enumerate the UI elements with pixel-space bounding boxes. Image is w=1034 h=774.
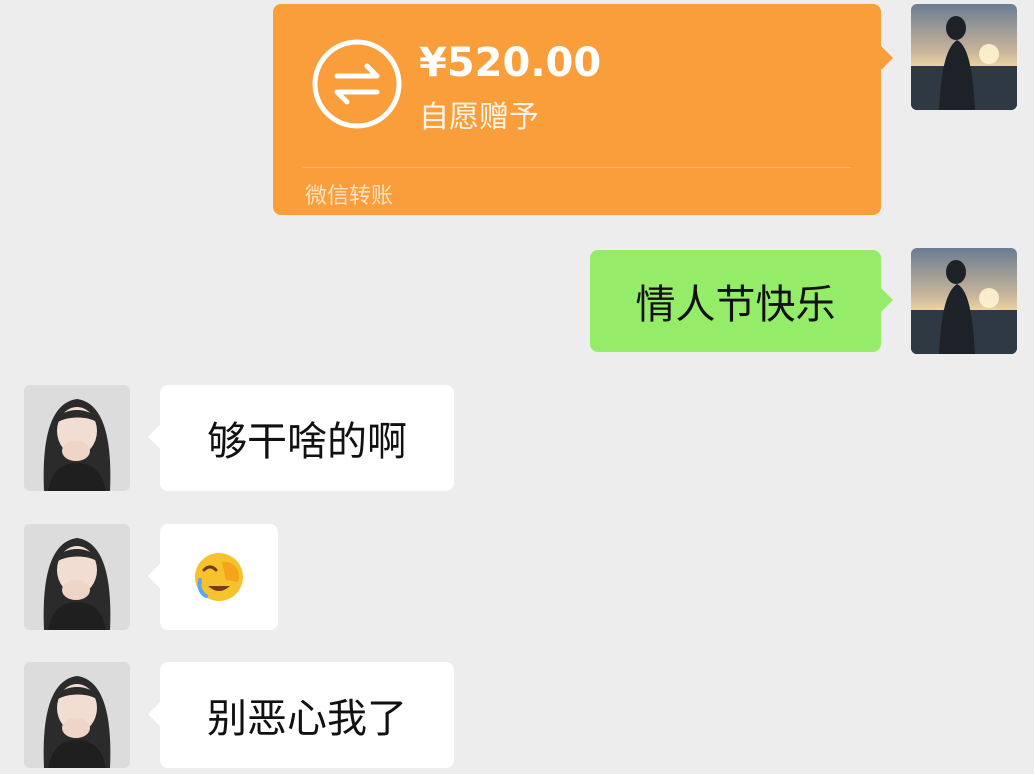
avatar-image: [911, 248, 1017, 354]
contact-avatar[interactable]: [24, 385, 130, 491]
transfer-card[interactable]: ¥520.00 自愿赠予 微信转账: [273, 4, 893, 215]
contact-avatar[interactable]: [24, 524, 130, 630]
transfer-amount: ¥520.00: [419, 40, 602, 86]
divider: [303, 167, 851, 168]
message-text: 情人节快乐: [635, 282, 836, 328]
contact-avatar[interactable]: [24, 662, 130, 768]
transfer-source-label: 微信转账: [305, 184, 394, 209]
transfer-arrows-icon: [312, 39, 402, 129]
sender-avatar[interactable]: [911, 4, 1017, 110]
avatar-image: [24, 662, 130, 768]
incoming-message-bubble[interactable]: 别恶心我了: [148, 662, 454, 768]
incoming-message-bubble[interactable]: 够干啥的啊: [148, 385, 454, 491]
facepalm-emoji-icon: [195, 553, 243, 601]
sender-avatar[interactable]: [911, 248, 1017, 354]
avatar-image: [911, 4, 1017, 110]
transfer-note: 自愿赠予: [419, 100, 539, 135]
avatar-image: [24, 524, 130, 630]
avatar-image: [24, 385, 130, 491]
outgoing-message-bubble[interactable]: 情人节快乐: [590, 250, 893, 352]
message-text: 够干啥的啊: [207, 419, 407, 465]
incoming-emoji-bubble[interactable]: [148, 524, 278, 630]
message-text: 别恶心我了: [207, 696, 407, 742]
